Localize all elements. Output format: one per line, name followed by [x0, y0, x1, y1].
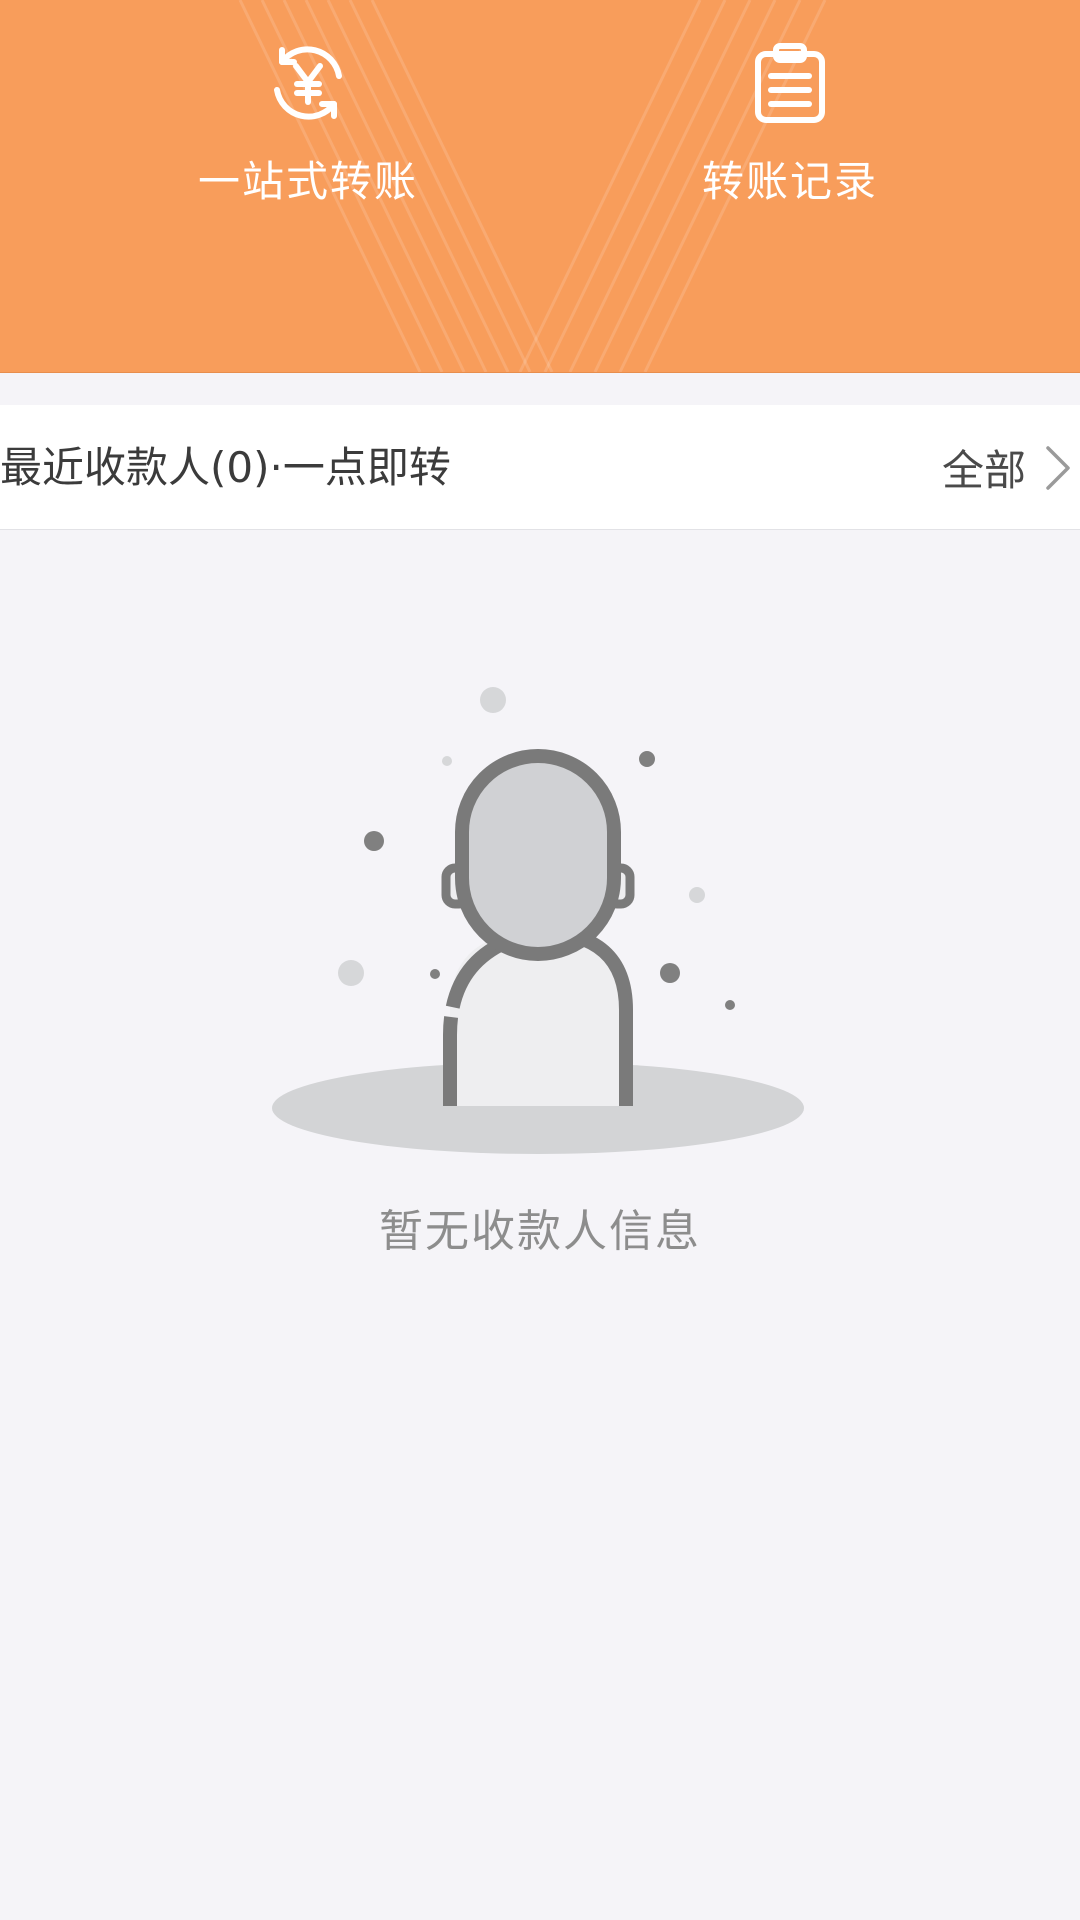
clipboard-list-icon — [755, 43, 825, 123]
view-all-button[interactable]: 全部 — [942, 405, 1072, 530]
transfer-records-label: 转账记录 — [701, 157, 878, 206]
empty-person-icon — [272, 687, 804, 1154]
header-banner: 一站式转账 转账记录 — [0, 0, 1080, 373]
view-all-label: 全部 — [941, 446, 1026, 495]
empty-state-message: 暂无收款人信息 — [379, 1206, 701, 1257]
recent-payees-bar: 最近收款人(0)·一点即转 全部 — [0, 405, 1080, 530]
recent-payees-title: 最近收款人(0)·一点即转 — [0, 443, 451, 492]
chevron-right-icon — [1046, 445, 1070, 490]
one-stop-transfer-button[interactable]: 一站式转账 — [158, 40, 458, 220]
yuan-transfer-icon — [274, 46, 342, 120]
transfer-records-button[interactable]: 转账记录 — [640, 40, 940, 220]
empty-state — [0, 660, 1080, 1280]
one-stop-transfer-label: 一站式转账 — [197, 157, 418, 206]
